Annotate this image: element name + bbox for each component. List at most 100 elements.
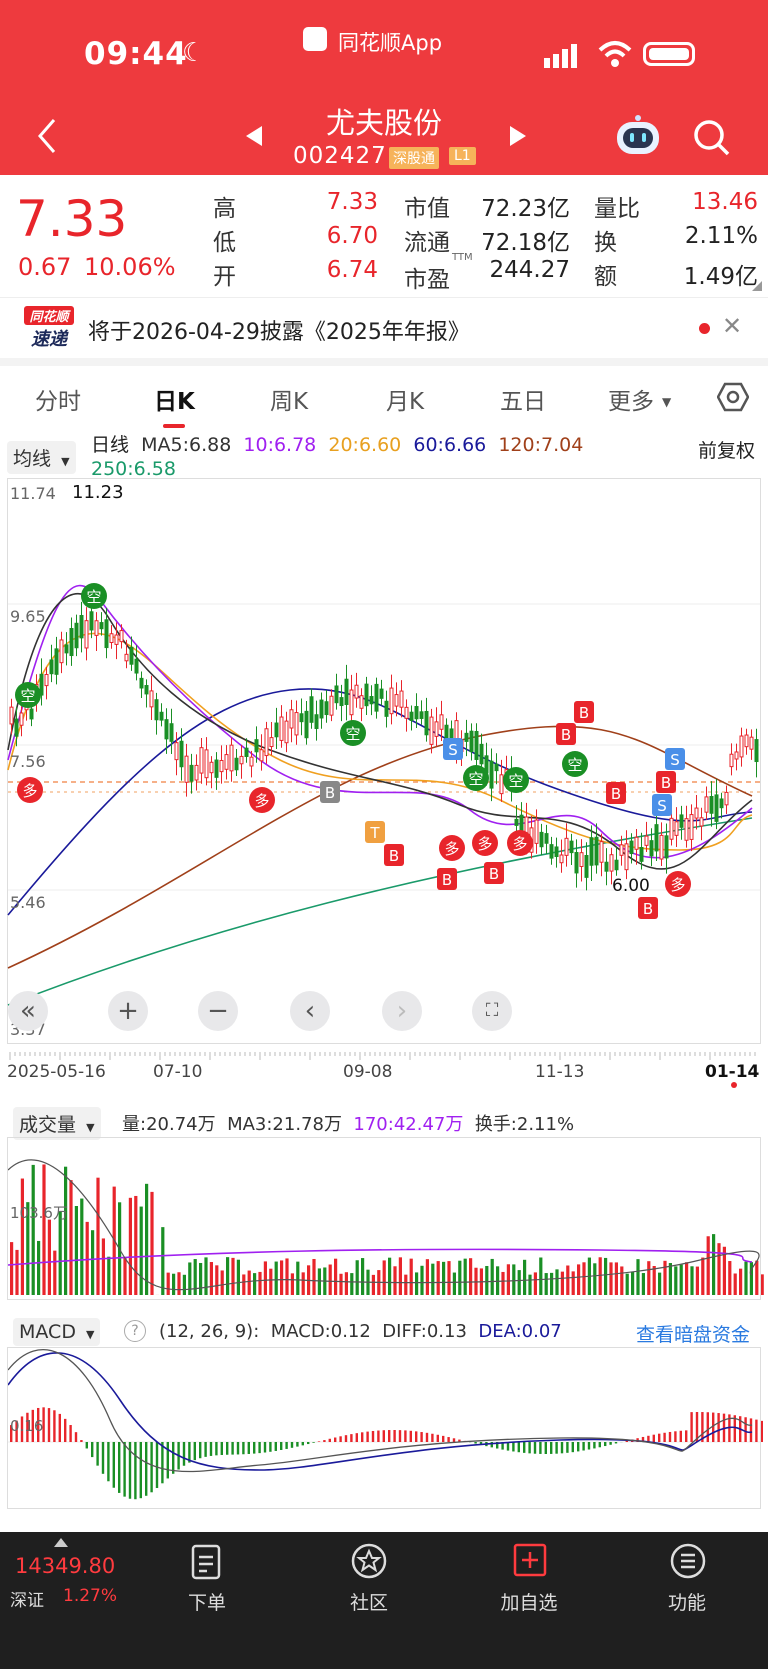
candle bbox=[269, 737, 274, 748]
candle bbox=[439, 714, 444, 730]
candle bbox=[409, 711, 414, 721]
index-value[interactable]: 14349.80 bbox=[15, 1554, 115, 1578]
candle bbox=[654, 824, 659, 852]
signal-kong-label: 空 bbox=[86, 588, 101, 606]
date-label-1: 07-10 bbox=[153, 1062, 203, 1082]
signal-s-label: S bbox=[657, 797, 667, 815]
candle bbox=[369, 696, 374, 705]
collapse-left-icon[interactable]: « bbox=[8, 991, 48, 1031]
candle bbox=[704, 796, 709, 813]
candle bbox=[734, 751, 739, 760]
candle bbox=[364, 683, 369, 707]
candle bbox=[424, 710, 429, 736]
volume-legend: 量:20.74万 MA3:21.78万 170:42.47万 换手:2.11% bbox=[122, 1110, 574, 1136]
date-label-2: 09-08 bbox=[343, 1062, 393, 1082]
signal-s-label: S bbox=[448, 741, 458, 759]
macd-selector[interactable]: MACD ▼ bbox=[13, 1318, 101, 1346]
candle bbox=[94, 620, 99, 636]
candle bbox=[294, 712, 299, 736]
macd-params: (12, 26, 9): bbox=[159, 1321, 260, 1342]
candle bbox=[584, 855, 589, 878]
candle bbox=[399, 690, 404, 708]
candle bbox=[699, 817, 704, 827]
candle bbox=[464, 732, 469, 742]
candle bbox=[44, 673, 49, 687]
candle bbox=[124, 653, 129, 662]
candle bbox=[79, 615, 84, 639]
volume-value: 量:20.74万 bbox=[122, 1114, 216, 1135]
volume-selector-label: 成交量 bbox=[19, 1114, 77, 1136]
candle bbox=[179, 740, 184, 768]
candle bbox=[29, 708, 34, 720]
candle bbox=[14, 718, 19, 737]
fullscreen-icon[interactable]: ⛶ bbox=[472, 991, 512, 1031]
candle bbox=[304, 710, 309, 739]
candle bbox=[544, 833, 549, 844]
order-label[interactable]: 下单 bbox=[157, 1588, 257, 1615]
candle bbox=[194, 764, 199, 781]
signal-b-label: B bbox=[389, 847, 399, 865]
candle bbox=[274, 722, 279, 738]
function-icon[interactable] bbox=[669, 1542, 707, 1584]
zoom-in-icon[interactable]: + bbox=[108, 991, 148, 1031]
candle bbox=[384, 700, 389, 717]
volume-selector[interactable]: 成交量 ▼ bbox=[13, 1107, 101, 1140]
volume-ma3: MA3:21.78万 bbox=[227, 1114, 342, 1135]
signal-b-label: B bbox=[661, 774, 671, 792]
candle bbox=[289, 709, 294, 729]
candle bbox=[379, 688, 384, 699]
community-label[interactable]: 社区 bbox=[319, 1588, 419, 1615]
candle bbox=[284, 720, 289, 744]
add-watchlist-icon[interactable] bbox=[513, 1543, 547, 1581]
candle bbox=[684, 818, 689, 841]
macd-chart[interactable] bbox=[7, 1347, 761, 1509]
candle bbox=[49, 659, 54, 675]
date-label-0: 2025-05-16 bbox=[7, 1062, 106, 1082]
price-high-mark: 11.23 bbox=[72, 482, 124, 503]
candle bbox=[394, 694, 399, 707]
candle bbox=[564, 837, 569, 856]
signal-duo-label: 多 bbox=[444, 840, 459, 858]
volume-chart[interactable] bbox=[7, 1137, 761, 1300]
dark-pool-link[interactable]: 查看暗盘资金 bbox=[636, 1320, 750, 1347]
scroll-right-icon[interactable]: › bbox=[382, 991, 422, 1031]
candle bbox=[199, 747, 204, 774]
candle bbox=[434, 721, 439, 737]
date-label-3: 11-13 bbox=[535, 1062, 585, 1082]
candle bbox=[264, 728, 269, 757]
candle bbox=[494, 763, 499, 772]
order-icon[interactable] bbox=[190, 1544, 222, 1584]
scroll-left-icon[interactable]: ‹ bbox=[290, 991, 330, 1031]
signal-b-label: B bbox=[325, 784, 335, 802]
dea-value: DEA:0.07 bbox=[478, 1321, 562, 1342]
zoom-out-icon[interactable]: − bbox=[198, 991, 238, 1031]
candle bbox=[189, 764, 194, 782]
bottom-bar: 14349.80 深证 1.27% 下单 社区 加自选 功能 bbox=[0, 1532, 768, 1669]
macd-selector-label: MACD bbox=[19, 1321, 76, 1343]
macd-axis: 0.16 bbox=[10, 1417, 44, 1435]
candle bbox=[579, 852, 584, 867]
candle bbox=[204, 749, 209, 779]
index-name: 深证 bbox=[10, 1591, 44, 1611]
candle bbox=[589, 837, 594, 866]
add-watchlist-label[interactable]: 加自选 bbox=[479, 1588, 579, 1615]
candle bbox=[499, 774, 504, 795]
candle bbox=[414, 706, 419, 720]
candle bbox=[554, 846, 559, 858]
candle bbox=[354, 684, 359, 699]
candle bbox=[729, 753, 734, 768]
candle bbox=[739, 735, 744, 758]
candle bbox=[174, 742, 179, 761]
community-icon[interactable] bbox=[350, 1542, 388, 1584]
candle bbox=[99, 622, 104, 630]
candle bbox=[334, 685, 339, 704]
candle bbox=[539, 831, 544, 848]
function-label[interactable]: 功能 bbox=[637, 1588, 737, 1615]
candle bbox=[749, 736, 754, 750]
help-icon[interactable]: ? bbox=[124, 1320, 146, 1342]
volume-turnover: 换手:2.11% bbox=[474, 1114, 575, 1135]
signal-b-label: B bbox=[643, 900, 653, 918]
chevron-down-icon: ▼ bbox=[86, 1328, 95, 1341]
candle bbox=[479, 743, 484, 765]
candle bbox=[249, 756, 254, 767]
